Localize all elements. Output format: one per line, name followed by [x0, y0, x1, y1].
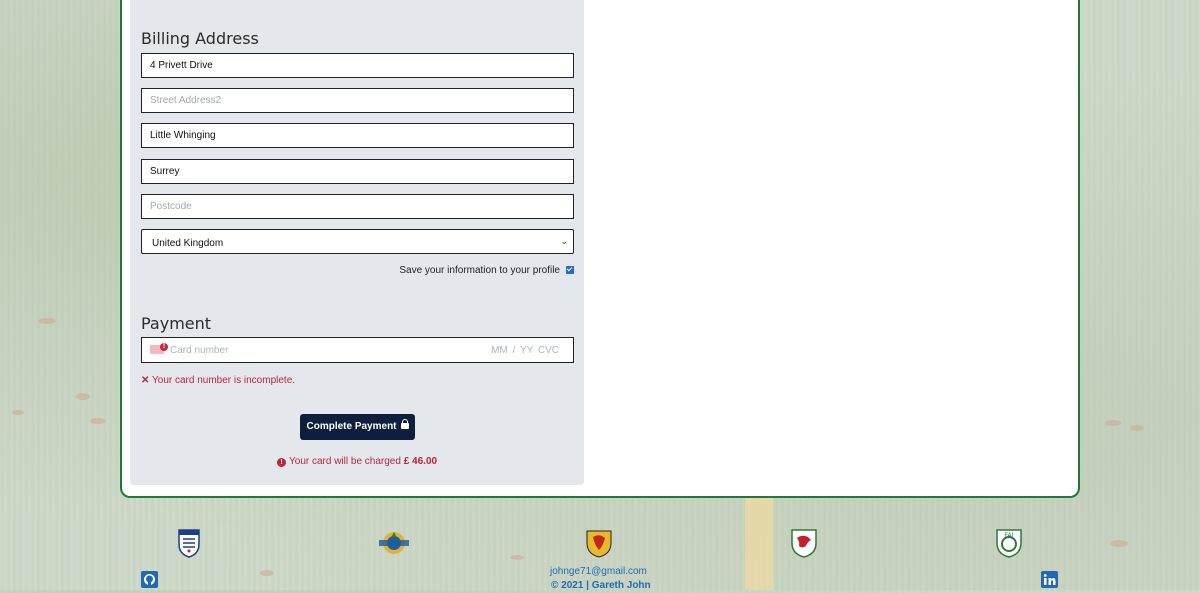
- street-address1-input[interactable]: 4 Privett Drive: [141, 53, 574, 78]
- charge-notice: ! Your card will be charged £ 46.00: [277, 456, 437, 467]
- card-number-placeholder: Card number: [170, 345, 229, 356]
- postcode-input[interactable]: Postcode: [141, 194, 574, 219]
- payment-title: Payment: [141, 314, 212, 333]
- england-crest-icon: [178, 529, 200, 558]
- country-select[interactable]: United Kingdom ⌄: [141, 229, 574, 254]
- svg-text:FAI: FAI: [1005, 532, 1014, 539]
- charge-text: Your card will be charged: [289, 456, 401, 467]
- county-input[interactable]: Surrey: [141, 159, 574, 184]
- github-icon[interactable]: [141, 571, 158, 588]
- town-input[interactable]: Little Whinging: [141, 123, 574, 148]
- complete-payment-label: Complete Payment: [306, 421, 397, 432]
- card-error-icon: [150, 343, 168, 354]
- x-icon: ✕: [141, 375, 150, 386]
- card-expiry-cvc-placeholder: MM / YY CVC: [491, 345, 559, 356]
- chevron-down-icon: ⌄: [560, 236, 568, 246]
- complete-payment-button[interactable]: Complete Payment: [300, 414, 415, 440]
- billing-title: Billing Address: [141, 29, 259, 48]
- lock-icon: [400, 419, 409, 429]
- ireland-crest-icon: FAI: [996, 529, 1022, 558]
- exclamation-circle-icon: !: [277, 458, 286, 467]
- card-error-message: ✕ Your card number is incomplete.: [141, 375, 295, 386]
- scotland-crest-icon: [586, 530, 612, 558]
- linkedin-icon[interactable]: [1041, 571, 1058, 588]
- footer-email-link[interactable]: johnge71@gmail.com: [550, 566, 647, 577]
- footer-copyright: © 2021 | Gareth John: [551, 580, 651, 591]
- save-info-label: Save your information to your profile: [399, 265, 560, 276]
- street-address2-input[interactable]: Street Address2: [141, 88, 574, 113]
- background-stripe: [745, 498, 773, 590]
- northern-ireland-crest-icon: [379, 532, 409, 554]
- wales-crest-icon: [791, 529, 817, 558]
- save-info-row[interactable]: Save your information to your profile: [380, 265, 574, 279]
- country-select-value: United Kingdom: [152, 238, 224, 249]
- charge-amount: £ 46.00: [403, 456, 438, 467]
- card-number-input[interactable]: Card number MM / YY CVC: [141, 337, 574, 363]
- save-info-checkbox[interactable]: [566, 266, 574, 274]
- card-error-text: Your card number is incomplete.: [152, 375, 296, 386]
